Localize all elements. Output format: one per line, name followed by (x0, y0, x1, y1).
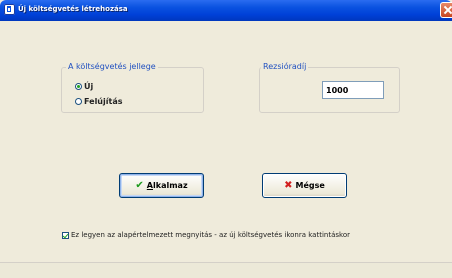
radio-option-new[interactable]: Új (75, 82, 93, 91)
radio-renovation-label: Felújítás (84, 97, 123, 106)
overhead-rate-legend: Rezsióradíj (261, 62, 309, 71)
radio-new-label: Új (84, 82, 94, 91)
close-icon[interactable] (440, 2, 452, 18)
x-icon: ✖ (284, 180, 293, 191)
default-option-checkbox[interactable] (62, 231, 69, 239)
radio-new-button[interactable] (75, 83, 82, 90)
title-bar[interactable]: Új költségvetés létrehozása (0, 0, 452, 21)
window-title: Új költségvetés létrehozása (18, 5, 128, 13)
status-bar (0, 262, 452, 278)
cancel-button[interactable]: ✖ Mégse (262, 173, 347, 198)
apply-button[interactable]: ✔ Alkalmaz (119, 173, 204, 198)
check-icon: ✔ (135, 180, 144, 191)
default-option-label: Ez legyen az alapértelmezett megnyitás -… (71, 231, 350, 239)
budget-type-legend: A költségvetés jellege (66, 62, 158, 71)
dialog-window: Új költségvetés létrehozása A költségvet… (0, 0, 452, 278)
apply-button-label: Alkalmaz (146, 181, 188, 190)
radio-renovation-button[interactable] (75, 98, 82, 105)
default-option-row[interactable]: Ez legyen az alapértelmezett megnyitás -… (62, 231, 350, 239)
overhead-rate-input[interactable] (322, 81, 384, 99)
radio-option-renovation[interactable]: Felújítás (75, 97, 122, 106)
app-icon (4, 4, 15, 15)
cancel-button-label: Mégse (295, 181, 325, 190)
